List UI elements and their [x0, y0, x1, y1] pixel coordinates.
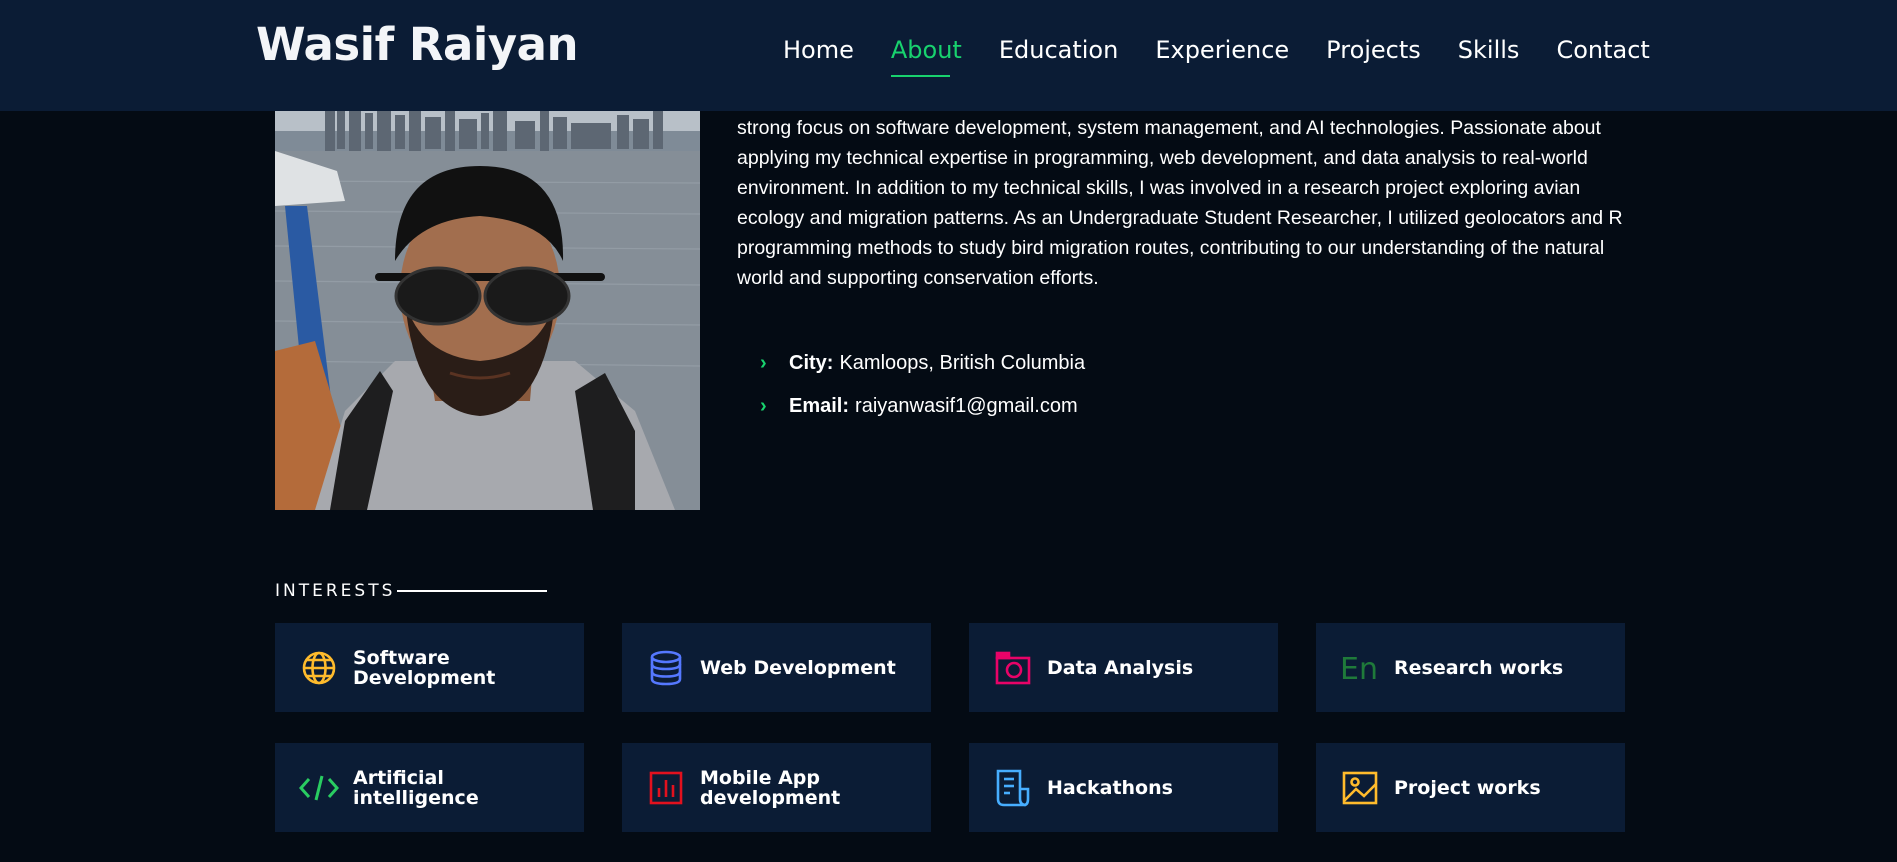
- code-icon: [299, 768, 339, 808]
- interest-card-web-development[interactable]: Web Development: [622, 623, 931, 712]
- about-info-list: › City: Kamloops, British Columbia › Ema…: [760, 342, 1085, 428]
- site-logo[interactable]: Wasif Raiyan: [256, 18, 579, 71]
- nav-contact[interactable]: Contact: [1556, 36, 1649, 64]
- svg-text:En: En: [1340, 652, 1378, 685]
- interest-card-artificial-intelligence[interactable]: Artificial intelligence: [275, 743, 584, 832]
- database-icon: [646, 648, 686, 688]
- interest-label: Hackathons: [1047, 776, 1173, 799]
- nav-education[interactable]: Education: [999, 36, 1118, 64]
- interest-card-software-development[interactable]: Software Development: [275, 623, 584, 712]
- language-icon: En: [1340, 648, 1380, 688]
- nav-skills[interactable]: Skills: [1458, 36, 1520, 64]
- camera-icon: [993, 648, 1033, 688]
- interest-label: Data Analysis: [1047, 656, 1194, 679]
- about-paragraph: and data management, I am eager to contr…: [737, 87, 1623, 289]
- site-header: Wasif Raiyan Home About Education Experi…: [0, 0, 1897, 111]
- interest-card-research-works[interactable]: En Research works: [1316, 623, 1625, 712]
- interests-title: INTERESTS: [275, 581, 396, 601]
- interest-label: Mobile App development: [700, 766, 841, 809]
- email-label: Email:: [789, 395, 850, 417]
- about-description: and data management, I am eager to contr…: [737, 83, 1627, 293]
- nav-home[interactable]: Home: [783, 36, 854, 64]
- city-label: City:: [789, 352, 834, 374]
- nav-about[interactable]: About: [890, 36, 962, 77]
- image-icon: [1340, 768, 1380, 808]
- bar-chart-icon: [646, 768, 686, 808]
- email-value: raiyanwasif1@gmail.com: [855, 395, 1078, 417]
- nav-experience[interactable]: Experience: [1155, 36, 1289, 64]
- interest-label: Research works: [1394, 656, 1564, 679]
- chevron-right-icon: ›: [760, 395, 767, 417]
- nav-projects[interactable]: Projects: [1326, 36, 1421, 64]
- chevron-right-icon: ›: [760, 352, 767, 374]
- interest-card-data-analysis[interactable]: Data Analysis: [969, 623, 1278, 712]
- globe-icon: [299, 648, 339, 688]
- main-nav: Home About Education Experience Projects…: [783, 36, 1687, 77]
- info-city: › City: Kamloops, British Columbia: [760, 342, 1085, 385]
- interest-label: Project works: [1394, 776, 1541, 799]
- interest-label: Web Development: [700, 656, 896, 679]
- interest-label: Software Development: [353, 646, 496, 689]
- section-divider: [397, 590, 547, 592]
- interest-label: Artificial intelligence: [353, 766, 479, 809]
- info-email: › Email: raiyanwasif1@gmail.com: [760, 385, 1085, 428]
- interest-card-mobile-app-development[interactable]: Mobile App development: [622, 743, 931, 832]
- interest-card-project-works[interactable]: Project works: [1316, 743, 1625, 832]
- interest-card-hackathons[interactable]: Hackathons: [969, 743, 1278, 832]
- document-icon: [993, 768, 1033, 808]
- city-value: Kamloops, British Columbia: [839, 352, 1086, 374]
- profile-photo: [275, 111, 700, 510]
